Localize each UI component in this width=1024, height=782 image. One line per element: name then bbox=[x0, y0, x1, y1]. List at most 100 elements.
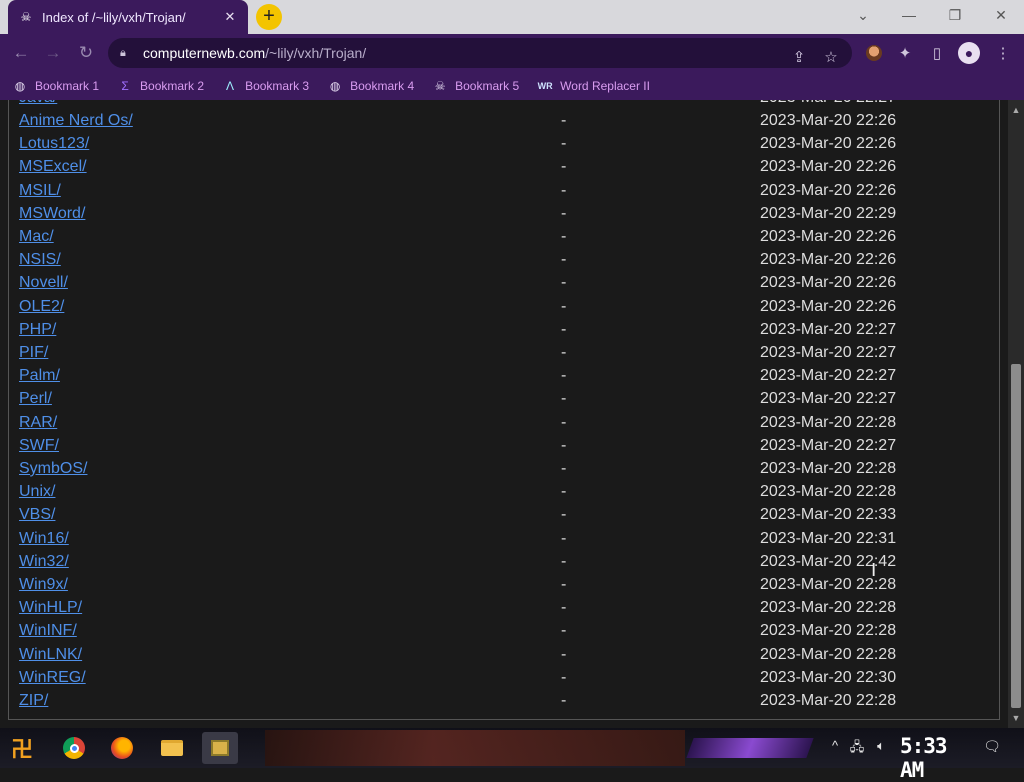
bookmark-word-replacer[interactable]: WR Word Replacer II bbox=[537, 78, 650, 94]
table-row: WinLNK/ - 2023-Mar-20 22:28 bbox=[9, 643, 999, 666]
date-cell: 2023-Mar-20 22:26 bbox=[760, 181, 897, 199]
bookmark-label: Bookmark 3 bbox=[245, 79, 310, 93]
folder-link[interactable]: Java/ bbox=[19, 100, 57, 109]
restore-button[interactable]: ❐ bbox=[932, 0, 978, 30]
folder-link[interactable]: PIF/ bbox=[19, 341, 48, 364]
firefox-icon[interactable] bbox=[104, 732, 140, 764]
size-cell: - bbox=[561, 692, 567, 709]
skull-icon: ☠ bbox=[434, 79, 446, 93]
date-cell: 2023-Mar-20 22:27 bbox=[760, 436, 897, 454]
profile-icon[interactable]: ● bbox=[956, 40, 982, 66]
folder-link[interactable]: OLE2/ bbox=[19, 295, 64, 318]
folder-link[interactable]: RAR/ bbox=[19, 411, 57, 434]
address-bar[interactable]: 🔒︎ computernewb.com /~lily/vxh/Trojan/ ⇪… bbox=[108, 38, 852, 68]
bookmark-star-icon[interactable]: ☆ bbox=[818, 42, 844, 72]
bookmark-label: Bookmark 4 bbox=[350, 79, 415, 93]
bookmark-label: Bookmark 2 bbox=[140, 79, 205, 93]
volume-icon[interactable]: 🔈︎ bbox=[872, 738, 890, 758]
url-path: /~lily/vxh/Trojan/ bbox=[265, 45, 367, 61]
folder-link[interactable]: WinINF/ bbox=[19, 619, 77, 642]
bookmark-1[interactable]: ◍ Bookmark 1 bbox=[12, 78, 99, 94]
size-cell: - bbox=[561, 297, 567, 315]
folder-link[interactable]: NSIS/ bbox=[19, 248, 61, 271]
table-row: Unix/ - 2023-Mar-20 22:28 bbox=[9, 480, 999, 503]
folder-link[interactable]: Win16/ bbox=[19, 527, 69, 550]
bookmark-3[interactable]: Λ Bookmark 3 bbox=[222, 78, 309, 94]
tab-strip: ☠ Index of /~lily/vxh/Trojan/ ✕ + ⌄ — ❐ … bbox=[0, 0, 1024, 34]
folder-link[interactable]: PHP/ bbox=[19, 318, 56, 341]
file-explorer-icon[interactable] bbox=[154, 732, 190, 764]
globe-icon: ◍ bbox=[329, 79, 341, 93]
folder-link[interactable]: Win32/ bbox=[19, 550, 69, 573]
scrollbar-thumb[interactable] bbox=[1011, 364, 1021, 708]
table-row: VBS/ - 2023-Mar-20 22:33 bbox=[9, 503, 999, 526]
folder-link[interactable]: Novell/ bbox=[19, 271, 68, 294]
folder-link[interactable]: ZIP/ bbox=[19, 689, 48, 712]
date-cell: 2023-Mar-20 22:28 bbox=[760, 692, 897, 709]
minimize-button[interactable]: — bbox=[886, 0, 932, 30]
folder-link[interactable]: MSIL/ bbox=[19, 179, 61, 202]
table-row: OLE2/ - 2023-Mar-20 22:26 bbox=[9, 295, 999, 318]
extensions-puzzle-icon[interactable]: ✦ bbox=[892, 40, 918, 66]
new-tab-button[interactable]: + bbox=[256, 4, 282, 30]
size-cell: - bbox=[561, 552, 567, 570]
folder-link[interactable]: WinLNK/ bbox=[19, 643, 82, 666]
chrome-icon[interactable] bbox=[56, 732, 92, 764]
date-cell: 2023-Mar-20 22:26 bbox=[760, 297, 897, 315]
bookmark-5[interactable]: ☠ Bookmark 5 bbox=[432, 78, 519, 94]
folder-link[interactable]: SymbOS/ bbox=[19, 457, 87, 480]
tab-close-icon[interactable]: ✕ bbox=[222, 9, 238, 25]
folder-link[interactable]: Mac/ bbox=[19, 225, 54, 248]
table-row: WinINF/ - 2023-Mar-20 22:28 bbox=[9, 619, 999, 642]
notifications-icon[interactable]: 🗨︎ bbox=[982, 738, 1002, 758]
size-cell: - bbox=[561, 320, 567, 338]
bookmark-4[interactable]: ◍ Bookmark 4 bbox=[327, 78, 414, 94]
folder-link[interactable]: MSWord/ bbox=[19, 202, 85, 225]
folder-link[interactable]: Anime Nerd Os/ bbox=[19, 109, 133, 132]
tray-chevron-icon[interactable]: ^ bbox=[826, 738, 844, 758]
size-cell: - bbox=[561, 344, 567, 361]
vertical-scrollbar[interactable]: ▲ ▼ bbox=[1008, 100, 1024, 728]
size-cell: - bbox=[561, 112, 567, 129]
size-cell: - bbox=[561, 228, 567, 245]
folder-link[interactable]: SWF/ bbox=[19, 434, 59, 457]
share-icon[interactable]: ⇪ bbox=[786, 42, 812, 72]
browser-tab[interactable]: ☠ Index of /~lily/vxh/Trojan/ ✕ bbox=[8, 0, 248, 34]
scroll-down-arrow-icon[interactable]: ▼ bbox=[1008, 710, 1024, 726]
folder-link[interactable]: WinHLP/ bbox=[19, 596, 82, 619]
table-row: WinHLP/ - 2023-Mar-20 22:28 bbox=[9, 596, 999, 619]
archive-app-icon[interactable] bbox=[202, 732, 238, 764]
side-panel-icon[interactable]: ▯ bbox=[924, 40, 950, 66]
close-window-button[interactable]: ✕ bbox=[978, 0, 1024, 30]
menu-kebab-icon[interactable]: ⋮ bbox=[990, 40, 1016, 66]
folder-link[interactable]: Palm/ bbox=[19, 364, 60, 387]
taskbar-wallpaper-band bbox=[265, 730, 685, 766]
reload-icon[interactable]: ↻ bbox=[73, 40, 99, 66]
folder-link[interactable]: Perl/ bbox=[19, 387, 52, 410]
globe-icon: ◍ bbox=[14, 79, 26, 93]
folder-link[interactable]: VBS/ bbox=[19, 503, 55, 526]
table-row: Lotus123/ - 2023-Mar-20 22:26 bbox=[9, 132, 999, 155]
forward-icon[interactable]: → bbox=[40, 40, 66, 66]
size-cell: - bbox=[561, 158, 567, 176]
lock-icon[interactable]: 🔒︎ bbox=[120, 47, 134, 60]
scroll-up-arrow-icon[interactable]: ▲ bbox=[1008, 102, 1024, 118]
folder-link[interactable]: MSExcel/ bbox=[19, 155, 87, 178]
date-cell: 2023-Mar-20 22:26 bbox=[760, 228, 897, 245]
tab-search-icon[interactable]: ⌄ bbox=[840, 0, 886, 30]
size-cell: - bbox=[561, 436, 567, 454]
folder-link[interactable]: Unix/ bbox=[19, 480, 55, 503]
table-row: SWF/ - 2023-Mar-20 22:27 bbox=[9, 434, 999, 457]
date-cell: 2023-Mar-20 22:27 bbox=[760, 100, 896, 109]
bookmark-label: Word Replacer II bbox=[560, 79, 650, 93]
start-button[interactable]: 卍 bbox=[4, 732, 40, 764]
clock[interactable]: 5:33 AM bbox=[900, 734, 964, 782]
folder-link[interactable]: Win9x/ bbox=[19, 573, 68, 596]
folder-link[interactable]: Lotus123/ bbox=[19, 132, 89, 155]
network-icon[interactable]: 🖧︎ bbox=[848, 738, 866, 758]
bookmark-2[interactable]: Σ Bookmark 2 bbox=[117, 78, 204, 94]
folder-link[interactable]: WinREG/ bbox=[19, 666, 86, 689]
extension-avatar-icon[interactable] bbox=[861, 40, 887, 66]
table-row: MSExcel/ - 2023-Mar-20 22:26 bbox=[9, 155, 999, 178]
back-icon[interactable]: ← bbox=[8, 40, 34, 66]
